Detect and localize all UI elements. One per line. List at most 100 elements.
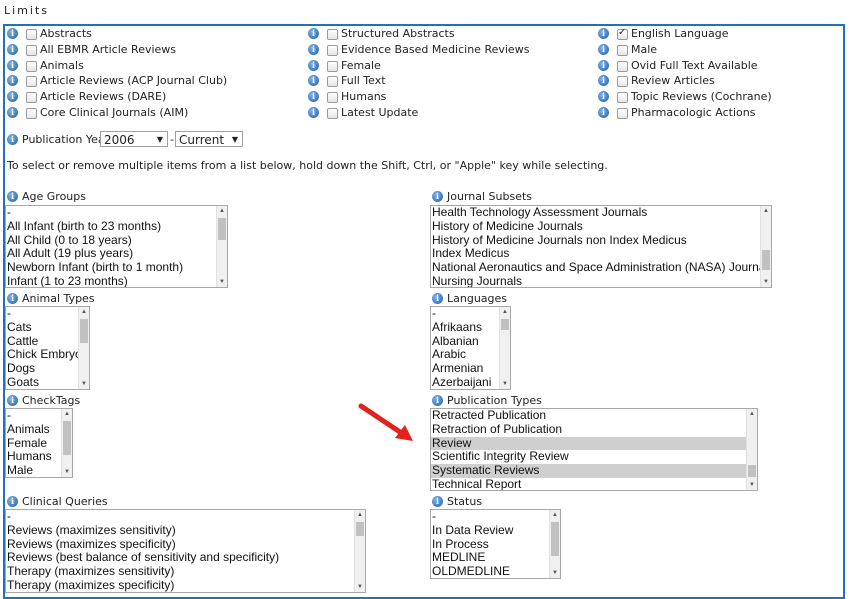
- list-option[interactable]: -: [6, 307, 78, 321]
- list-option[interactable]: In Data Review: [431, 523, 549, 538]
- limit-checkbox[interactable]: [617, 108, 628, 119]
- limit-checkbox[interactable]: [327, 60, 338, 72]
- scroll-up-icon[interactable]: ▲: [355, 510, 365, 520]
- list-option[interactable]: -: [431, 307, 499, 321]
- list-option[interactable]: All Child (0 to 18 years): [6, 233, 216, 248]
- scroll-thumb[interactable]: [80, 319, 88, 343]
- info-icon[interactable]: i: [7, 43, 18, 55]
- scrollbar[interactable]: ▲ ▼: [760, 206, 771, 287]
- list-option[interactable]: Female: [6, 436, 61, 451]
- info-icon[interactable]: i: [598, 43, 609, 55]
- scroll-up-icon[interactable]: ▲: [79, 307, 89, 317]
- info-icon[interactable]: i: [308, 107, 319, 118]
- checktags-listbox[interactable]: - Animals Female Humans Male ▲ ▼: [5, 408, 73, 478]
- limit-checkbox[interactable]: [327, 29, 338, 40]
- scroll-up-icon[interactable]: ▲: [747, 409, 757, 419]
- publication-types-listbox[interactable]: Retracted Publication Retraction of Publi…: [430, 408, 758, 491]
- scrollbar[interactable]: ▲ ▼: [354, 510, 365, 592]
- list-option[interactable]: Retraction of Publication: [431, 422, 746, 437]
- scroll-down-icon[interactable]: ▼: [550, 568, 560, 578]
- scroll-thumb[interactable]: [501, 319, 509, 330]
- scroll-thumb[interactable]: [63, 421, 71, 455]
- list-option[interactable]: Scientific Integrity Review: [431, 450, 746, 464]
- limit-checkbox[interactable]: [617, 60, 628, 72]
- info-icon[interactable]: i: [598, 59, 609, 71]
- list-option[interactable]: History of Medicine Journals: [431, 219, 760, 234]
- info-icon[interactable]: i: [308, 43, 319, 55]
- clinical-queries-info-icon[interactable]: i: [7, 496, 18, 507]
- list-option[interactable]: Goats: [6, 375, 78, 389]
- list-option[interactable]: Cattle: [6, 334, 78, 349]
- scroll-up-icon[interactable]: ▲: [62, 409, 72, 419]
- list-option[interactable]: Systematic Reviews: [431, 463, 746, 478]
- list-option[interactable]: Newborn Infant (birth to 1 month): [6, 260, 216, 275]
- list-option[interactable]: -: [6, 206, 216, 220]
- list-option[interactable]: Humans: [6, 450, 61, 464]
- info-icon[interactable]: i: [7, 59, 18, 71]
- scroll-thumb[interactable]: [218, 218, 226, 240]
- scrollbar[interactable]: ▲ ▼: [216, 206, 227, 287]
- list-option[interactable]: Arabic: [431, 348, 499, 362]
- scrollbar[interactable]: ▲ ▼: [499, 307, 510, 389]
- limit-checkbox[interactable]: [327, 76, 338, 88]
- info-icon[interactable]: i: [308, 28, 319, 39]
- list-option[interactable]: Azerbaijani: [431, 375, 499, 389]
- animal-types-listbox[interactable]: - Cats Cattle Chick Embryo Dogs Goats ▲ ▼: [5, 306, 90, 390]
- journal-subsets-listbox[interactable]: Health Technology Assessment Journals His…: [430, 205, 772, 288]
- list-option[interactable]: Male: [6, 463, 61, 477]
- info-icon[interactable]: i: [7, 28, 18, 39]
- list-option[interactable]: MEDLINE: [431, 551, 549, 565]
- scrollbar[interactable]: ▲ ▼: [61, 409, 72, 477]
- status-listbox[interactable]: - In Data Review In Process MEDLINE OLDMEDLI…: [430, 509, 561, 579]
- list-option[interactable]: Nursing Journals: [431, 274, 760, 287]
- list-option[interactable]: OLDMEDLINE: [431, 564, 549, 578]
- limit-checkbox[interactable]: [26, 108, 37, 119]
- list-option[interactable]: Index Medicus: [431, 247, 760, 261]
- age-groups-info-icon[interactable]: i: [7, 191, 18, 202]
- info-icon[interactable]: i: [7, 107, 18, 118]
- scroll-up-icon[interactable]: ▲: [217, 206, 227, 216]
- list-option[interactable]: Therapy (maximizes specificity): [6, 578, 354, 592]
- limit-checkbox[interactable]: [617, 76, 628, 88]
- list-option[interactable]: Retracted Publication: [431, 409, 746, 423]
- scroll-down-icon[interactable]: ▼: [761, 277, 771, 287]
- info-icon[interactable]: i: [598, 28, 609, 39]
- limit-checkbox[interactable]: [26, 29, 37, 40]
- list-option[interactable]: -: [431, 510, 549, 524]
- list-option[interactable]: Animals: [6, 422, 61, 437]
- info-icon[interactable]: i: [598, 107, 609, 118]
- limit-checkbox[interactable]: [327, 92, 338, 104]
- list-option[interactable]: Therapy (maximizes sensitivity): [6, 564, 354, 579]
- list-option[interactable]: Dogs: [6, 361, 78, 376]
- scroll-up-icon[interactable]: ▲: [500, 307, 510, 317]
- animal-types-info-icon[interactable]: i: [7, 293, 18, 304]
- pub-year-to-select[interactable]: Current ▼: [175, 131, 243, 147]
- checktags-info-icon[interactable]: i: [7, 395, 18, 406]
- list-option[interactable]: All Infant (birth to 23 months): [6, 219, 216, 234]
- journal-subsets-info-icon[interactable]: i: [432, 191, 443, 202]
- list-option[interactable]: Reviews (maximizes sensitivity): [6, 523, 354, 538]
- scrollbar[interactable]: ▲ ▼: [549, 510, 560, 578]
- list-option[interactable]: Reviews (best balance of sensitivity and…: [6, 551, 354, 565]
- scroll-down-icon[interactable]: ▼: [217, 277, 227, 287]
- limit-checkbox[interactable]: [327, 44, 338, 56]
- scroll-down-icon[interactable]: ▼: [62, 467, 72, 477]
- scroll-thumb[interactable]: [356, 522, 364, 536]
- languages-listbox[interactable]: - Afrikaans Albanian Arabic Armenian Azerbaij…: [430, 306, 511, 390]
- list-option[interactable]: Health Technology Assessment Journals: [431, 206, 760, 220]
- status-info-icon[interactable]: i: [432, 496, 443, 507]
- scrollbar[interactable]: ▲ ▼: [746, 409, 757, 490]
- limit-checkbox[interactable]: [26, 76, 37, 88]
- limit-checkbox[interactable]: [26, 92, 37, 104]
- list-option[interactable]: History of Medicine Journals non Index M…: [431, 233, 760, 248]
- list-option[interactable]: -: [6, 510, 354, 524]
- info-icon[interactable]: i: [308, 59, 319, 71]
- scroll-thumb[interactable]: [762, 250, 770, 270]
- list-option[interactable]: Technical Report: [431, 477, 746, 490]
- list-option[interactable]: -: [6, 409, 61, 423]
- limit-checkbox[interactable]: [617, 44, 628, 56]
- list-option[interactable]: Review: [431, 436, 746, 451]
- age-groups-listbox[interactable]: - All Infant (birth to 23 months) All Chil…: [5, 205, 228, 288]
- limit-checkbox[interactable]: [26, 60, 37, 72]
- scrollbar[interactable]: ▲ ▼: [78, 307, 89, 389]
